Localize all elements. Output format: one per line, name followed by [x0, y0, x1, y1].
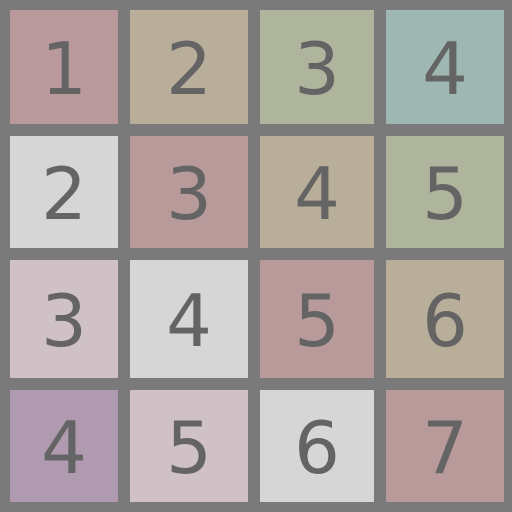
tile-number: 3	[166, 152, 212, 236]
tile-r1-c4[interactable]: 4	[386, 10, 504, 124]
tile-r3-c4[interactable]: 6	[386, 260, 504, 378]
tile-number: 4	[294, 152, 340, 236]
tile-r2-c3[interactable]: 4	[260, 136, 374, 248]
tile-number: 5	[422, 152, 468, 236]
tile-number: 3	[41, 279, 87, 363]
tile-number: 2	[166, 27, 212, 111]
tile-r1-c2[interactable]: 2	[130, 10, 248, 124]
tile-number: 4	[422, 27, 468, 111]
tile-number: 2	[41, 152, 87, 236]
tile-r2-c4[interactable]: 5	[386, 136, 504, 248]
tile-r1-c1[interactable]: 1	[10, 10, 118, 124]
tile-number: 6	[422, 279, 468, 363]
tile-r4-c1[interactable]: 4	[10, 390, 118, 502]
tile-r4-c4[interactable]: 7	[386, 390, 504, 502]
tile-number: 5	[166, 406, 212, 490]
tile-r4-c2[interactable]: 5	[130, 390, 248, 502]
tile-r3-c2[interactable]: 4	[130, 260, 248, 378]
tile-r3-c1[interactable]: 3	[10, 260, 118, 378]
tile-number: 4	[41, 406, 87, 490]
tile-r2-c1[interactable]: 2	[10, 136, 118, 248]
tile-r1-c3[interactable]: 3	[260, 10, 374, 124]
tile-number: 7	[422, 406, 468, 490]
tile-number: 5	[294, 279, 340, 363]
tile-r3-c3[interactable]: 5	[260, 260, 374, 378]
tile-r4-c3[interactable]: 6	[260, 390, 374, 502]
tile-number: 1	[41, 27, 87, 111]
tile-number: 3	[294, 27, 340, 111]
puzzle-board: 1234234534564567	[0, 0, 512, 512]
tile-number: 4	[166, 279, 212, 363]
tile-r2-c2[interactable]: 3	[130, 136, 248, 248]
tile-number: 6	[294, 406, 340, 490]
